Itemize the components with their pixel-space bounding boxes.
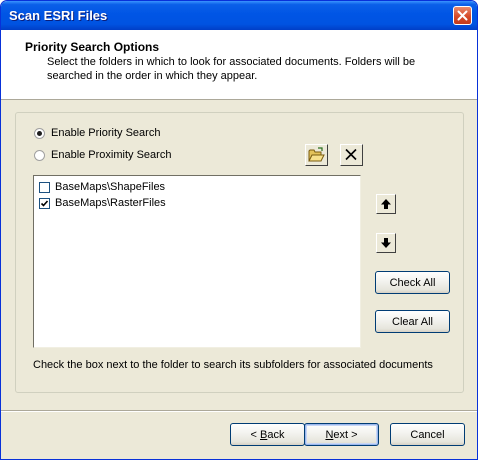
close-x-icon [345, 148, 357, 161]
hint-text: Check the box next to the folder to sear… [33, 359, 433, 371]
close-icon [457, 10, 468, 21]
page-description: Select the folders in which to look for … [47, 56, 416, 82]
check-all-button[interactable]: Check All [375, 271, 450, 294]
clear-all-button[interactable]: Clear All [375, 310, 450, 333]
next-label: ext > [333, 428, 358, 441]
priority-search-option[interactable]: Enable Priority Search [34, 125, 160, 141]
dialog-window: Scan ESRI Files Priority Search Options … [0, 0, 478, 460]
back-accelerator: B [260, 428, 268, 441]
move-down-button[interactable] [376, 233, 396, 253]
proximity-search-radio[interactable] [34, 149, 45, 161]
arrow-down-icon [381, 238, 391, 248]
close-button[interactable] [453, 6, 472, 25]
back-prefix: < [250, 428, 260, 441]
move-up-button[interactable] [376, 194, 396, 214]
back-button[interactable]: < Back [230, 423, 305, 446]
back-label: ack [267, 428, 285, 441]
folder-path: BaseMaps\RasterFiles [55, 197, 166, 209]
proximity-search-label: Enable Proximity Search [51, 149, 172, 161]
folder-checkbox[interactable] [39, 181, 50, 193]
proximity-search-option[interactable]: Enable Proximity Search [34, 147, 171, 163]
folder-path: BaseMaps\ShapeFiles [55, 181, 166, 193]
folder-item[interactable]: BaseMaps\ShapeFiles [39, 179, 165, 195]
folder-open-icon [308, 147, 325, 162]
cancel-button[interactable]: Cancel [390, 423, 465, 446]
next-accelerator: N [325, 428, 334, 441]
page-title: Priority Search Options [25, 40, 160, 54]
wizard-header: Priority Search Options Select the folde… [1, 30, 477, 100]
priority-search-radio[interactable] [34, 127, 45, 139]
folder-item[interactable]: BaseMaps\RasterFiles [39, 195, 166, 211]
folder-list[interactable]: BaseMaps\ShapeFiles BaseMaps\RasterFiles [33, 175, 361, 348]
folder-checkbox[interactable] [39, 197, 50, 209]
browse-folder-button[interactable] [305, 144, 328, 166]
arrow-up-icon [381, 199, 391, 209]
checkmark-icon [40, 199, 49, 207]
footer-divider-highlight [1, 411, 477, 412]
window-title: Scan ESRI Files [9, 8, 108, 23]
next-button[interactable]: Next > [304, 423, 379, 446]
priority-search-label: Enable Priority Search [51, 127, 161, 139]
remove-folder-button[interactable] [340, 144, 363, 166]
header-divider [1, 98, 477, 99]
title-bar[interactable]: Scan ESRI Files [1, 1, 477, 30]
